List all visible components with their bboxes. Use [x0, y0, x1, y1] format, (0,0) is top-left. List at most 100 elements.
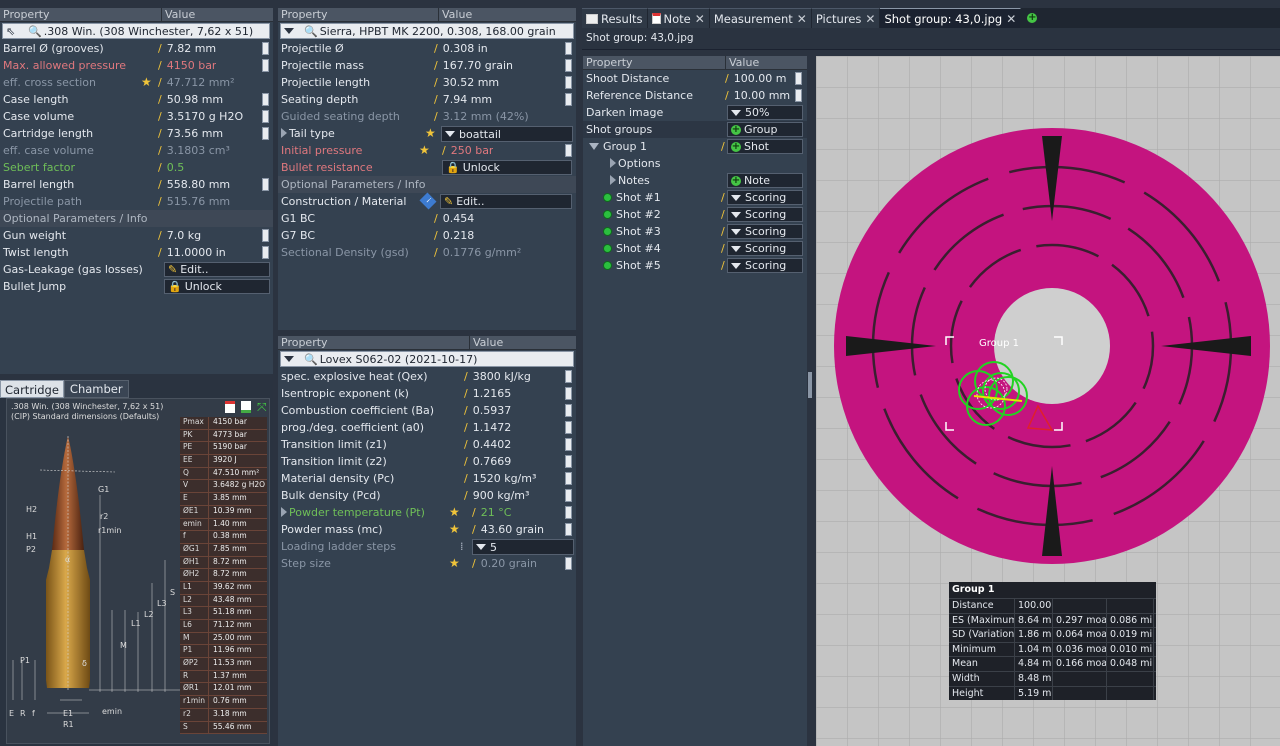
property-row[interactable]: eff. cross section/47.712 mm² ★ [0, 74, 273, 91]
property-row[interactable]: Case volume/3.5170 g H2O [0, 108, 273, 125]
property-row[interactable]: G1 BC/0.454 [278, 210, 576, 227]
bullet-resistance-unlock-button[interactable]: 🔒 Unlock [442, 160, 572, 175]
initial-pressure-row[interactable]: Initial pressure ★ /250 bar [278, 142, 576, 159]
property-row[interactable]: Material density (Pc) /1520 kg/m³ [278, 470, 576, 487]
property-row[interactable]: eff. case volume/3.1803 cm³ [0, 142, 273, 159]
powder-temperature-row[interactable]: Powder temperature (Pt) ★ /21 °C [278, 504, 576, 521]
property-row[interactable]: Max. allowed pressure/4150 bar [0, 57, 273, 74]
tab-0[interactable]: Results [582, 8, 648, 28]
property-row[interactable]: Gun weight/7.0 kg [0, 227, 273, 244]
reference-distance-row[interactable]: Reference Distance /10.00 mm [583, 87, 807, 104]
property-row[interactable]: Transition limit (z2) /0.7669 [278, 453, 576, 470]
shot-row[interactable]: Shot #4/Scoring [583, 240, 807, 257]
add-note-button[interactable]: + Note [727, 173, 803, 188]
spin-box[interactable] [262, 246, 269, 259]
property-row[interactable]: Twist length/11.0000 in [0, 244, 273, 261]
property-row[interactable]: Cartridge length/73.56 mm [0, 125, 273, 142]
projectile-select[interactable]: 🔍 Sierra, HPBT MK 2200, 0.308, 168.00 gr… [280, 23, 574, 39]
spin-box[interactable] [262, 178, 269, 191]
tail-type-dropdown[interactable]: boattail [441, 126, 573, 142]
group-row[interactable]: Group 1 / + Shot [583, 138, 807, 155]
spin-box[interactable] [795, 72, 802, 85]
spin-box[interactable] [262, 93, 269, 106]
spin-box[interactable] [565, 421, 572, 434]
spin-box[interactable] [262, 229, 269, 242]
add-group-button[interactable]: + Group [727, 122, 803, 137]
spin-box[interactable] [565, 472, 572, 485]
expand-icon[interactable] [610, 158, 616, 168]
spin-box[interactable] [565, 455, 572, 468]
expand-icon[interactable] [281, 128, 287, 138]
spin-box[interactable] [565, 76, 572, 89]
spin-box[interactable] [565, 144, 572, 157]
add-tab-icon[interactable]: + [1027, 13, 1038, 23]
property-row[interactable]: Combustion coefficient (Ba) /0.5937 [278, 402, 576, 419]
property-row[interactable]: G7 BC/0.218 [278, 227, 576, 244]
spin-box[interactable] [565, 387, 572, 400]
property-row[interactable]: Isentropic exponent (k) /1.2165 [278, 385, 576, 402]
close-icon[interactable]: ✕ [695, 9, 705, 29]
spin-box[interactable] [565, 489, 572, 502]
spin-box[interactable] [565, 59, 572, 72]
cartridge-select[interactable]: ⇖ 🔍 .308 Win. (308 Winchester, 7,62 x 51… [2, 23, 270, 39]
spin-box[interactable] [795, 89, 802, 102]
close-icon[interactable]: ✕ [797, 9, 807, 29]
darken-dropdown[interactable]: 50% [727, 105, 803, 120]
powder-mass-row[interactable]: Powder mass (mc) ★ /43.60 grain [278, 521, 576, 538]
pin-icon[interactable]: ⇖ [6, 25, 28, 38]
scoring-dropdown[interactable]: Scoring [727, 207, 803, 222]
shot-row[interactable]: Shot #2/Scoring [583, 206, 807, 223]
property-row[interactable]: Case length/50.98 mm [0, 91, 273, 108]
scoring-dropdown[interactable]: Scoring [727, 190, 803, 205]
shot-row[interactable]: Shot #1/Scoring [583, 189, 807, 206]
property-row[interactable]: Barrel length/558.80 mm [0, 176, 273, 193]
property-row[interactable]: Transition limit (z1) /0.4402 [278, 436, 576, 453]
spin-box[interactable] [262, 59, 269, 72]
property-row[interactable]: Barrel Ø (grooves) /7.82 mm [0, 40, 273, 57]
tab-4[interactable]: Shot group: 43,0.jpg ✕ [880, 8, 1022, 29]
add-shot-button[interactable]: + Shot [727, 139, 803, 154]
info-icon[interactable]: i [419, 192, 437, 210]
spin-box[interactable] [262, 110, 269, 123]
property-row[interactable]: Bulk density (Pcd) /900 kg/m³ [278, 487, 576, 504]
property-row[interactable]: Projectile Ø/0.308 in [278, 40, 576, 57]
property-row[interactable]: prog./deg. coefficient (a0) /1.1472 [278, 419, 576, 436]
step-size-row[interactable]: Step size ★ /0.20 grain [278, 555, 576, 572]
powder-select[interactable]: 🔍 Lovex S062-02 (2021-10-17) [280, 351, 574, 367]
property-row[interactable]: spec. explosive heat (Qex) /3800 kJ/kg [278, 368, 576, 385]
close-icon[interactable]: ✕ [1006, 9, 1016, 29]
close-icon[interactable]: ✕ [865, 9, 875, 29]
spin-box[interactable] [565, 438, 572, 451]
chevron-down-icon[interactable] [284, 28, 294, 34]
property-row[interactable]: Sebert factor/0.5 [0, 159, 273, 176]
expand-icon[interactable] [281, 507, 287, 517]
tab-3[interactable]: Pictures ✕ [811, 8, 881, 29]
tab-2[interactable]: Measurement ✕ [709, 8, 812, 29]
spin-box[interactable] [565, 93, 572, 106]
collapse-icon[interactable] [589, 143, 599, 150]
property-row[interactable]: Seating depth/7.94 mm [278, 91, 576, 108]
spin-box[interactable] [565, 404, 572, 417]
ladder-steps-dropdown[interactable]: 5 [472, 539, 574, 555]
property-row[interactable]: Sectional Density (gsd) /0.1776 g/mm² [278, 244, 576, 261]
bullet-jump-unlock-button[interactable]: 🔒 Unlock [164, 279, 270, 294]
scoring-dropdown[interactable]: Scoring [727, 224, 803, 239]
chevron-down-icon[interactable] [284, 356, 294, 362]
spin-box[interactable] [565, 557, 572, 570]
spin-box[interactable] [262, 127, 269, 140]
spin-box[interactable] [565, 42, 572, 55]
spin-box[interactable] [565, 506, 572, 519]
property-row[interactable]: Projectile path/515.76 mm [0, 193, 273, 210]
spin-box[interactable] [565, 523, 572, 536]
target-image[interactable]: Group 1 Group 1 Distance100.00 mES (Maxi… [816, 56, 1280, 746]
shot-row[interactable]: Shot #5/Scoring [583, 257, 807, 274]
shoot-distance-row[interactable]: Shoot Distance /100.00 m [583, 70, 807, 87]
property-row[interactable]: Guided seating depth/3.12 mm (42%) [278, 108, 576, 125]
splitter-handle[interactable] [808, 372, 812, 398]
scoring-dropdown[interactable]: Scoring [727, 258, 803, 273]
spin-box[interactable] [262, 42, 269, 55]
scoring-dropdown[interactable]: Scoring [727, 241, 803, 256]
tab-1[interactable]: Note ✕ [647, 8, 710, 29]
construction-edit-button[interactable]: ✎ Edit.. [440, 194, 572, 209]
options-row[interactable]: Options [583, 155, 807, 172]
